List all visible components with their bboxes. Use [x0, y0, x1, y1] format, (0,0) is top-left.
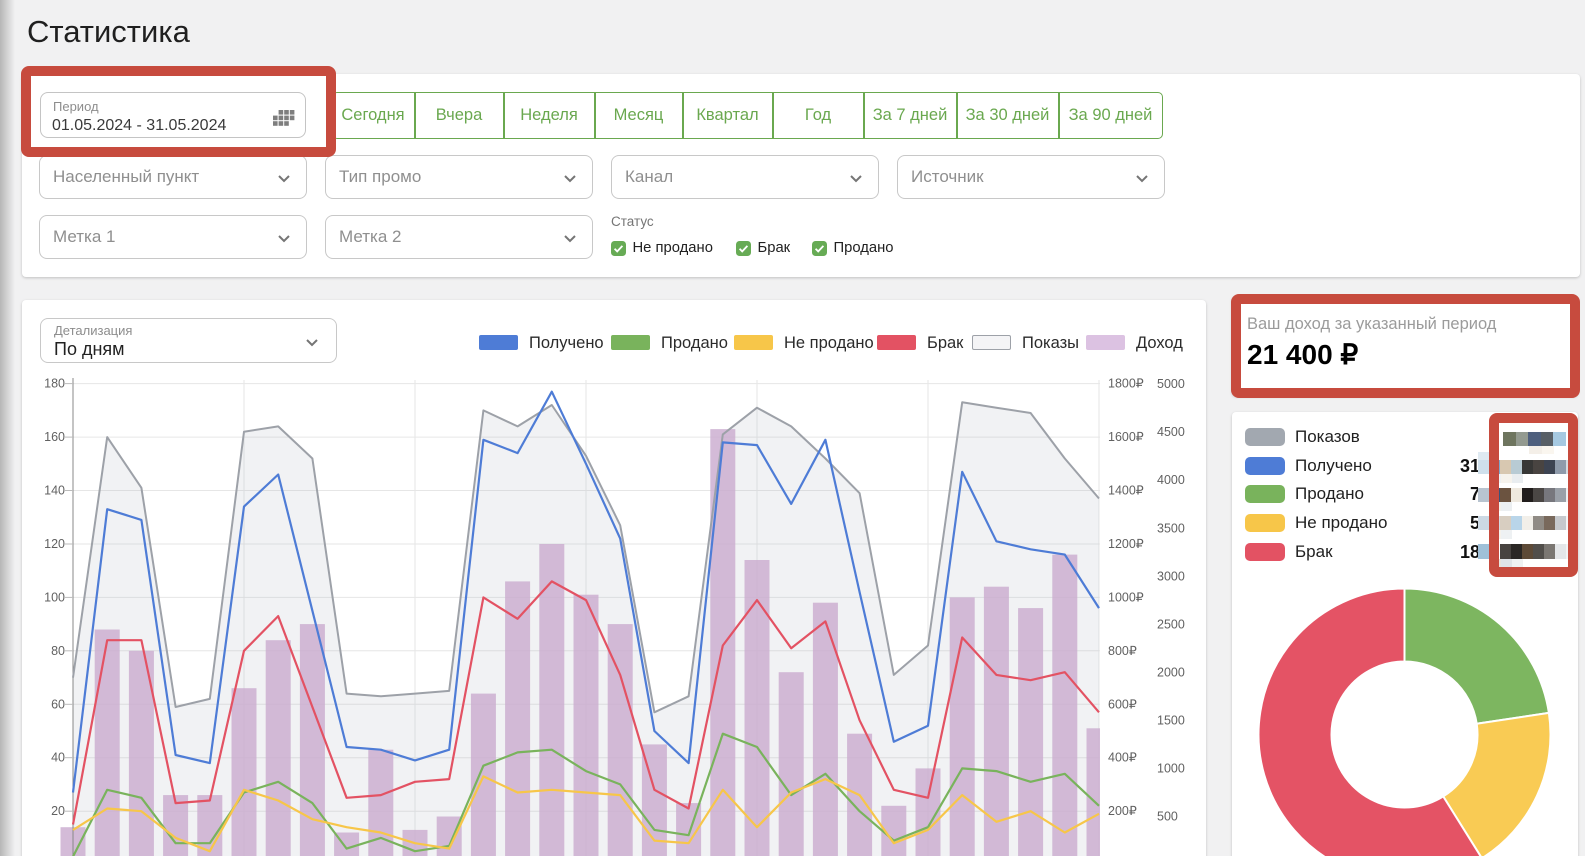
svg-text:180: 180 [44, 377, 65, 391]
svg-text:5000: 5000 [1157, 377, 1185, 391]
svg-text:500: 500 [1157, 810, 1178, 824]
svg-text:3000: 3000 [1157, 569, 1185, 583]
svg-text:4000: 4000 [1157, 473, 1185, 487]
svg-text:1600₽: 1600₽ [1108, 430, 1144, 444]
svg-text:200₽: 200₽ [1108, 804, 1137, 818]
svg-text:160: 160 [44, 430, 65, 444]
svg-text:140: 140 [44, 484, 65, 498]
svg-text:1000: 1000 [1157, 762, 1185, 776]
svg-text:1000₽: 1000₽ [1108, 590, 1144, 604]
svg-text:800₽: 800₽ [1108, 644, 1137, 658]
svg-text:80: 80 [51, 644, 65, 658]
svg-text:20: 20 [51, 804, 65, 818]
svg-text:120: 120 [44, 537, 65, 551]
svg-text:2000: 2000 [1157, 665, 1185, 679]
svg-text:4500: 4500 [1157, 425, 1185, 439]
svg-text:60: 60 [51, 697, 65, 711]
svg-text:600₽: 600₽ [1108, 697, 1137, 711]
svg-text:400₽: 400₽ [1108, 751, 1137, 765]
svg-text:1500: 1500 [1157, 714, 1185, 728]
svg-text:1200₽: 1200₽ [1108, 537, 1144, 551]
svg-text:1400₽: 1400₽ [1108, 484, 1144, 498]
svg-text:1800₽: 1800₽ [1108, 377, 1144, 391]
svg-text:40: 40 [51, 751, 65, 765]
svg-text:2500: 2500 [1157, 617, 1185, 631]
svg-text:100: 100 [44, 590, 65, 604]
svg-text:3500: 3500 [1157, 521, 1185, 535]
